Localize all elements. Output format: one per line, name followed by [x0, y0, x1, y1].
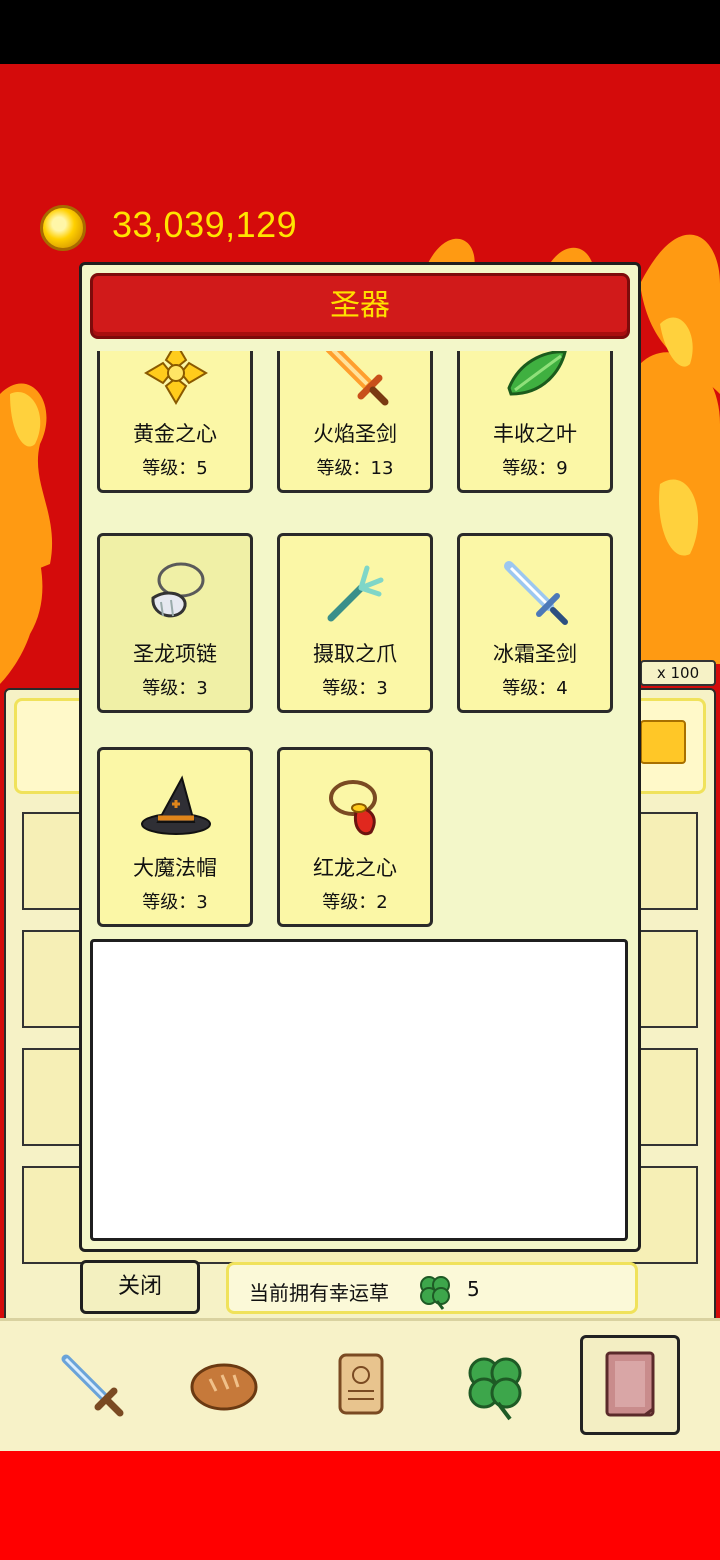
book-icon [605, 1351, 655, 1417]
relic-name: 红龙之心 [313, 856, 397, 880]
relic-name: 黄金之心 [133, 422, 217, 446]
red-dragon-heart-icon [318, 770, 394, 844]
clover-count: 5 [467, 1277, 480, 1301]
relic-level: 等级：5 [142, 458, 208, 479]
relic-level: 等级：3 [142, 678, 208, 699]
frost-sword-icon [498, 556, 574, 630]
relic-card[interactable]: 冰霜圣剑 等级：4 [457, 533, 613, 713]
clover-icon [468, 1357, 522, 1421]
relic-description-box [90, 939, 628, 1241]
nav-bread[interactable] [174, 1335, 274, 1435]
nav-clover[interactable] [444, 1335, 544, 1435]
relic-level: 等级：2 [322, 892, 388, 913]
clover-count-bar: 当前拥有幸运草 5 [226, 1262, 638, 1314]
relic-level: 等级：9 [502, 458, 568, 479]
nav-scroll[interactable] [310, 1335, 410, 1435]
wizard-hat-icon [138, 770, 214, 844]
relic-name: 圣龙项链 [133, 642, 217, 666]
bread-icon [190, 1363, 258, 1411]
relic-name: 火焰圣剑 [313, 422, 397, 446]
relic-name: 冰霜圣剑 [493, 642, 577, 666]
multiplier-badge[interactable]: x 100 [640, 660, 716, 686]
cheese-icon [640, 720, 686, 764]
claw-icon [318, 556, 394, 630]
close-button[interactable]: 关闭 [80, 1260, 200, 1314]
relic-name: 摄取之爪 [313, 642, 397, 666]
nav-book[interactable] [580, 1335, 680, 1435]
relic-level: 等级：13 [316, 458, 394, 479]
bottom-nav [0, 1318, 720, 1451]
nav-sword[interactable] [42, 1335, 142, 1435]
dialog-title: 圣器 [330, 288, 390, 323]
relic-card[interactable]: 圣龙项链 等级：3 [97, 533, 253, 713]
scroll-icon [338, 1353, 384, 1415]
relic-name: 丰收之叶 [493, 422, 577, 446]
relic-card[interactable]: 大魔法帽 等级：3 [97, 747, 253, 927]
green-leaf-icon [498, 351, 574, 410]
relic-card[interactable]: 火焰圣剑 等级：13 [277, 351, 433, 493]
sword-icon [61, 1354, 124, 1417]
relic-card[interactable]: 黄金之心 等级：5 [97, 351, 253, 493]
dialog-header: 圣器 [90, 273, 630, 339]
relic-level: 等级：3 [322, 678, 388, 699]
relics-dialog: 圣器 黄金之心 等级：5 火焰圣剑 等级：13 丰收之叶 等级：9 圣龙项链 等… [79, 262, 641, 1252]
gold-amount: 33,039,129 [112, 204, 298, 245]
relic-name: 大魔法帽 [133, 856, 217, 880]
status-bar [0, 0, 720, 64]
gold-coin-icon [40, 205, 86, 251]
golden-cross-icon [138, 351, 214, 410]
clover-icon [415, 1271, 455, 1315]
relic-card[interactable]: 红龙之心 等级：2 [277, 747, 433, 927]
flame-sword-icon [318, 351, 394, 410]
clover-label: 当前拥有幸运草 [249, 1281, 389, 1305]
relic-level: 等级：3 [142, 892, 208, 913]
relic-card[interactable]: 丰收之叶 等级：9 [457, 351, 613, 493]
bottom-band [0, 1450, 720, 1560]
relic-grid[interactable]: 黄金之心 等级：5 火焰圣剑 等级：13 丰收之叶 等级：9 圣龙项链 等级：3… [82, 351, 638, 937]
relic-level: 等级：4 [502, 678, 568, 699]
relic-card[interactable]: 摄取之爪 等级：3 [277, 533, 433, 713]
dragon-necklace-icon [138, 556, 214, 630]
